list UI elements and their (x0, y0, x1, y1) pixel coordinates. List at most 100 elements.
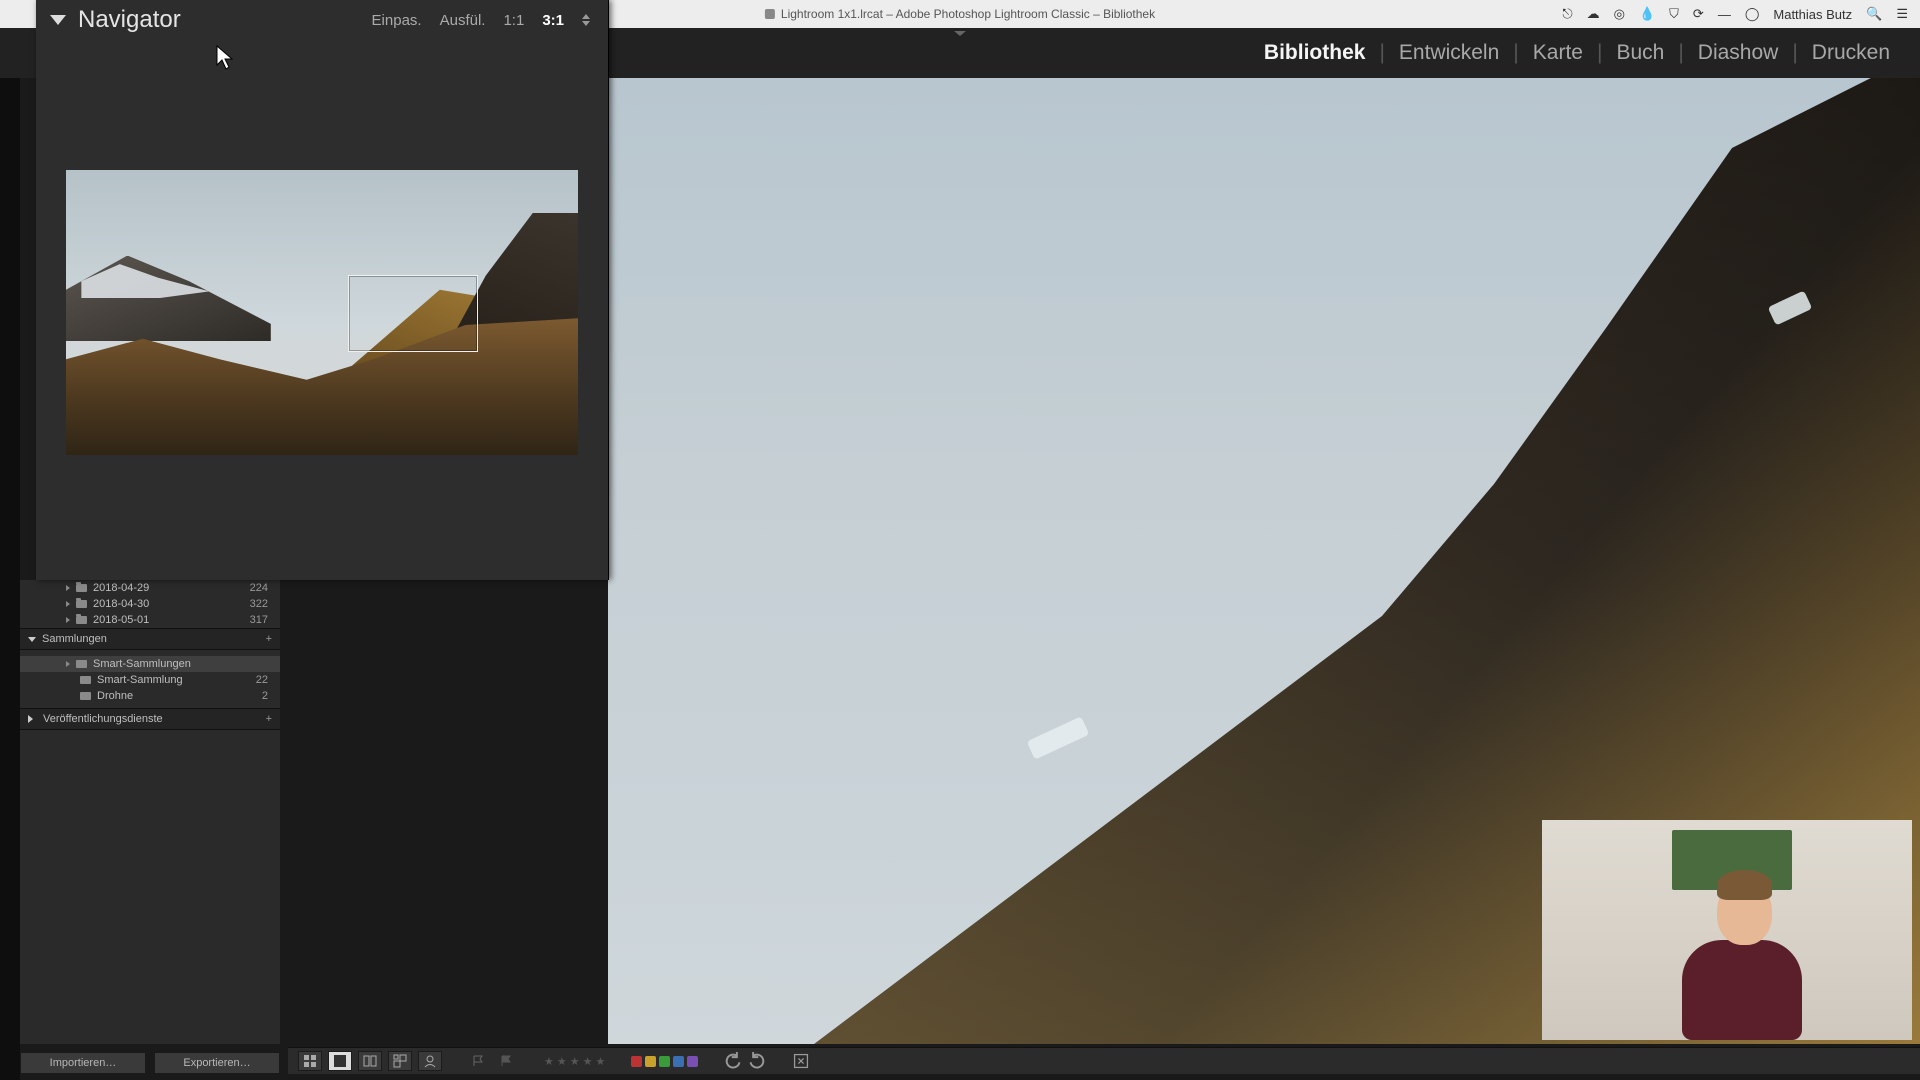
circle-icon[interactable]: ◯ (1745, 6, 1760, 22)
left-catalog-panel: 2018-04-29 224 2018-04-30 322 2018-05-01… (20, 580, 280, 1044)
chevron-down-icon[interactable] (28, 637, 36, 642)
collection-name: Smart-Sammlungen (93, 658, 191, 670)
dash-icon[interactable]: — (1718, 7, 1731, 22)
star-icon[interactable]: ★ (596, 1055, 606, 1068)
module-karte[interactable]: Karte (1533, 41, 1583, 65)
folder-row[interactable]: 2018-04-29 224 (20, 580, 280, 596)
module-sep: | (1597, 41, 1602, 65)
view-loupe-button[interactable] (328, 1051, 352, 1071)
module-sep: | (1678, 41, 1683, 65)
color-label-red[interactable] (631, 1056, 642, 1067)
folder-count: 322 (250, 598, 280, 610)
color-label-green[interactable] (659, 1056, 670, 1067)
zoom-ratio[interactable]: 3:1 (542, 12, 564, 29)
color-label-blue[interactable] (673, 1056, 684, 1067)
view-people-button[interactable] (418, 1051, 442, 1071)
doc-icon (765, 9, 775, 19)
window-title: Lightroom 1x1.lrcat – Adobe Photoshop Li… (781, 7, 1155, 21)
star-icon[interactable]: ★ (583, 1055, 593, 1068)
zoom-1to1[interactable]: 1:1 (503, 12, 524, 29)
navigator-thumbnail-image (66, 170, 578, 455)
collections-section-header[interactable]: Sammlungen + (20, 628, 280, 650)
collection-icon (76, 660, 87, 668)
preview-image-content (1027, 716, 1090, 759)
user-name[interactable]: Matthias Butz (1773, 7, 1852, 22)
module-buch[interactable]: Buch (1616, 41, 1664, 65)
folder-name: 2018-05-01 (93, 614, 149, 626)
publish-section-header[interactable]: Veröffentlichungsdienste + (20, 708, 280, 730)
folder-count: 224 (250, 582, 280, 594)
collection-icon (80, 692, 91, 700)
drop-icon[interactable]: 💧 (1639, 6, 1655, 22)
navigator-zoom-controls: Einpas. Ausfül. 1:1 3:1 (372, 12, 608, 29)
collections-section-label: Sammlungen (42, 633, 107, 645)
navigator-header: Navigator Einpas. Ausfül. 1:1 3:1 (36, 0, 608, 40)
add-collection-button[interactable]: + (266, 633, 272, 645)
cursor-icon (216, 45, 234, 71)
color-label-purple[interactable] (687, 1056, 698, 1067)
add-publish-button[interactable]: + (266, 713, 272, 725)
chevron-right-icon[interactable] (66, 601, 70, 607)
export-button[interactable]: Exportieren… (154, 1052, 280, 1074)
tool-icon[interactable]: ⎋ (1562, 6, 1572, 22)
folder-name: 2018-04-29 (93, 582, 149, 594)
flag-pick-button[interactable] (468, 1052, 490, 1070)
folder-row[interactable]: 2018-05-01 317 (20, 612, 280, 628)
shield-icon[interactable]: ⛉ (1669, 6, 1679, 22)
refresh-icon[interactable]: ⟳ (1693, 6, 1704, 22)
flag-reject-button[interactable] (496, 1052, 518, 1070)
folder-row[interactable]: 2018-04-30 322 (20, 596, 280, 612)
color-label-yellow[interactable] (645, 1056, 656, 1067)
module-sep: | (1513, 41, 1518, 65)
chevron-right-icon[interactable] (28, 715, 37, 723)
star-icon[interactable]: ★ (557, 1055, 567, 1068)
color-label-picker (631, 1056, 698, 1067)
rating-stars[interactable]: ★ ★ ★ ★ ★ (544, 1055, 605, 1068)
chevron-right-icon[interactable] (66, 617, 70, 623)
search-icon[interactable]: 🔍 (1866, 6, 1882, 22)
window-title-area: Lightroom 1x1.lrcat – Adobe Photoshop Li… (765, 7, 1155, 21)
rotate-cw-button[interactable] (748, 1052, 766, 1070)
collection-row[interactable]: Smart-Sammlungen (20, 656, 280, 672)
left-edge-strip (0, 0, 20, 1080)
smart-collection-icon (80, 676, 91, 684)
view-survey-button[interactable] (388, 1051, 412, 1071)
module-diashow[interactable]: Diashow (1698, 41, 1779, 65)
navigator-viewport-rect[interactable] (348, 275, 478, 351)
sync-button[interactable] (792, 1052, 810, 1070)
chevron-right-icon[interactable] (66, 585, 70, 591)
chevron-up-icon[interactable] (582, 14, 590, 19)
module-drucken[interactable]: Drucken (1812, 41, 1890, 65)
star-icon[interactable]: ★ (570, 1055, 580, 1068)
chevron-down-icon[interactable] (582, 21, 590, 26)
zoom-fill[interactable]: Ausfül. (440, 12, 486, 29)
module-sep: | (1792, 41, 1797, 65)
import-button[interactable]: Importieren… (20, 1052, 146, 1074)
navigator-collapse-triangle[interactable] (50, 15, 66, 25)
cloud-icon[interactable]: ☁ (1587, 6, 1600, 22)
folder-icon (76, 584, 87, 592)
top-panel-collapse-chevron[interactable] (940, 28, 980, 38)
view-grid-button[interactable] (298, 1051, 322, 1071)
collection-name: Smart-Sammlung (97, 674, 183, 686)
collection-row[interactable]: Smart-Sammlung 22 (20, 672, 280, 688)
publish-section-label: Veröffentlichungsdienste (43, 713, 163, 725)
navigator-thumbnail[interactable] (66, 170, 578, 455)
zoom-ratio-stepper[interactable] (582, 14, 590, 26)
module-entwickeln[interactable]: Entwickeln (1399, 41, 1499, 65)
collection-count: 22 (256, 674, 280, 686)
eye-icon[interactable]: ◎ (1614, 6, 1625, 22)
rotate-ccw-button[interactable] (724, 1052, 742, 1070)
menu-hamburger-icon[interactable]: ☰ (1896, 6, 1908, 22)
star-icon[interactable]: ★ (544, 1055, 554, 1068)
navigator-title: Navigator (78, 6, 181, 34)
folder-count: 317 (250, 614, 280, 626)
bottom-toolbar: ★ ★ ★ ★ ★ (288, 1047, 1920, 1074)
zoom-fit[interactable]: Einpas. (372, 12, 422, 29)
collection-row[interactable]: Drohne 2 (20, 688, 280, 704)
presenter (1662, 860, 1822, 1040)
collection-name: Drohne (97, 690, 133, 702)
chevron-right-icon[interactable] (66, 661, 70, 667)
module-bibliothek[interactable]: Bibliothek (1264, 41, 1366, 65)
view-compare-button[interactable] (358, 1051, 382, 1071)
